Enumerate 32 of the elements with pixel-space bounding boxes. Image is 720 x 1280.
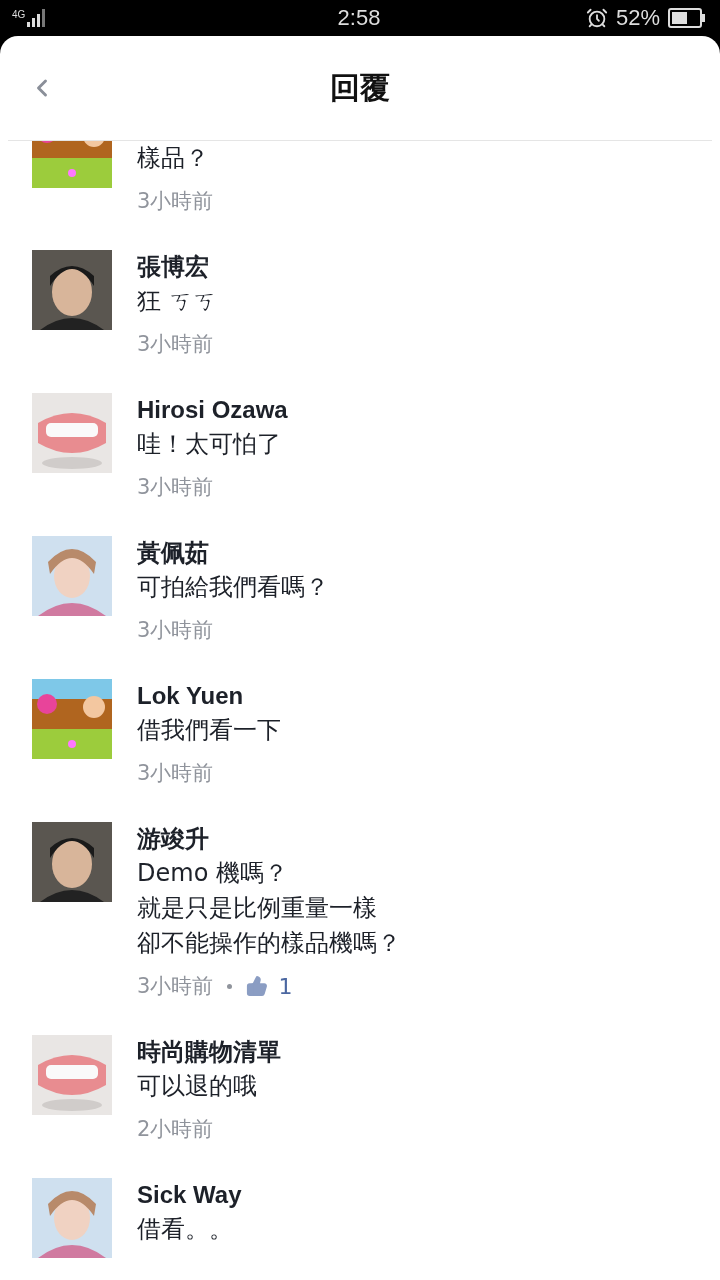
commenter-name[interactable]: 黃佩茹	[137, 536, 329, 570]
comment-time: 3小時前	[137, 760, 214, 787]
comment-text: 就是只是比例重量一樣	[137, 893, 378, 924]
status-time: 2:58	[336, 5, 382, 31]
comment-time: 3小時前	[137, 474, 214, 501]
page-title: 回覆	[329, 68, 391, 107]
comment-time: 3小時前	[137, 973, 214, 1000]
commenter-name[interactable]: Hirosi Ozawa	[137, 393, 288, 427]
comment-time: 2小時前	[137, 1116, 214, 1143]
comment-text: 借看。。	[137, 1214, 234, 1245]
battery-percent: 52%	[615, 5, 660, 31]
alarm-icon	[585, 7, 608, 29]
comment-time: 3小時前	[137, 331, 214, 358]
battery-icon	[668, 8, 706, 28]
comment-text: 可以退的哦	[137, 1071, 258, 1102]
comment-text: 借我們看一下	[137, 715, 281, 746]
commenter-name[interactable]: Lok Yuen	[137, 679, 281, 713]
thumbs-up-icon	[246, 975, 269, 997]
commenter-name[interactable]: 時尚購物清單	[137, 1035, 281, 1069]
comment-text: 哇！太可怕了	[137, 429, 282, 460]
like-count: 1	[278, 973, 293, 999]
commenter-name[interactable]: 游竣升	[137, 822, 401, 856]
comment-time: 3小時前	[137, 188, 214, 215]
commenter-name[interactable]: 張博宏	[137, 250, 217, 284]
comment-text: Demo 機嗎？	[137, 858, 289, 889]
commenter-name[interactable]: Sick Way	[137, 1178, 242, 1212]
separator-dot	[227, 983, 233, 989]
comment-text: 狂 ㄎㄎ	[137, 286, 217, 317]
comment-time: 3小時前	[137, 617, 214, 644]
comment-text: 可拍給我們看嗎？	[137, 572, 329, 603]
comment-text: 卻不能操作的樣品機嗎？	[137, 928, 401, 959]
comment-text: 樣品？	[137, 143, 210, 174]
